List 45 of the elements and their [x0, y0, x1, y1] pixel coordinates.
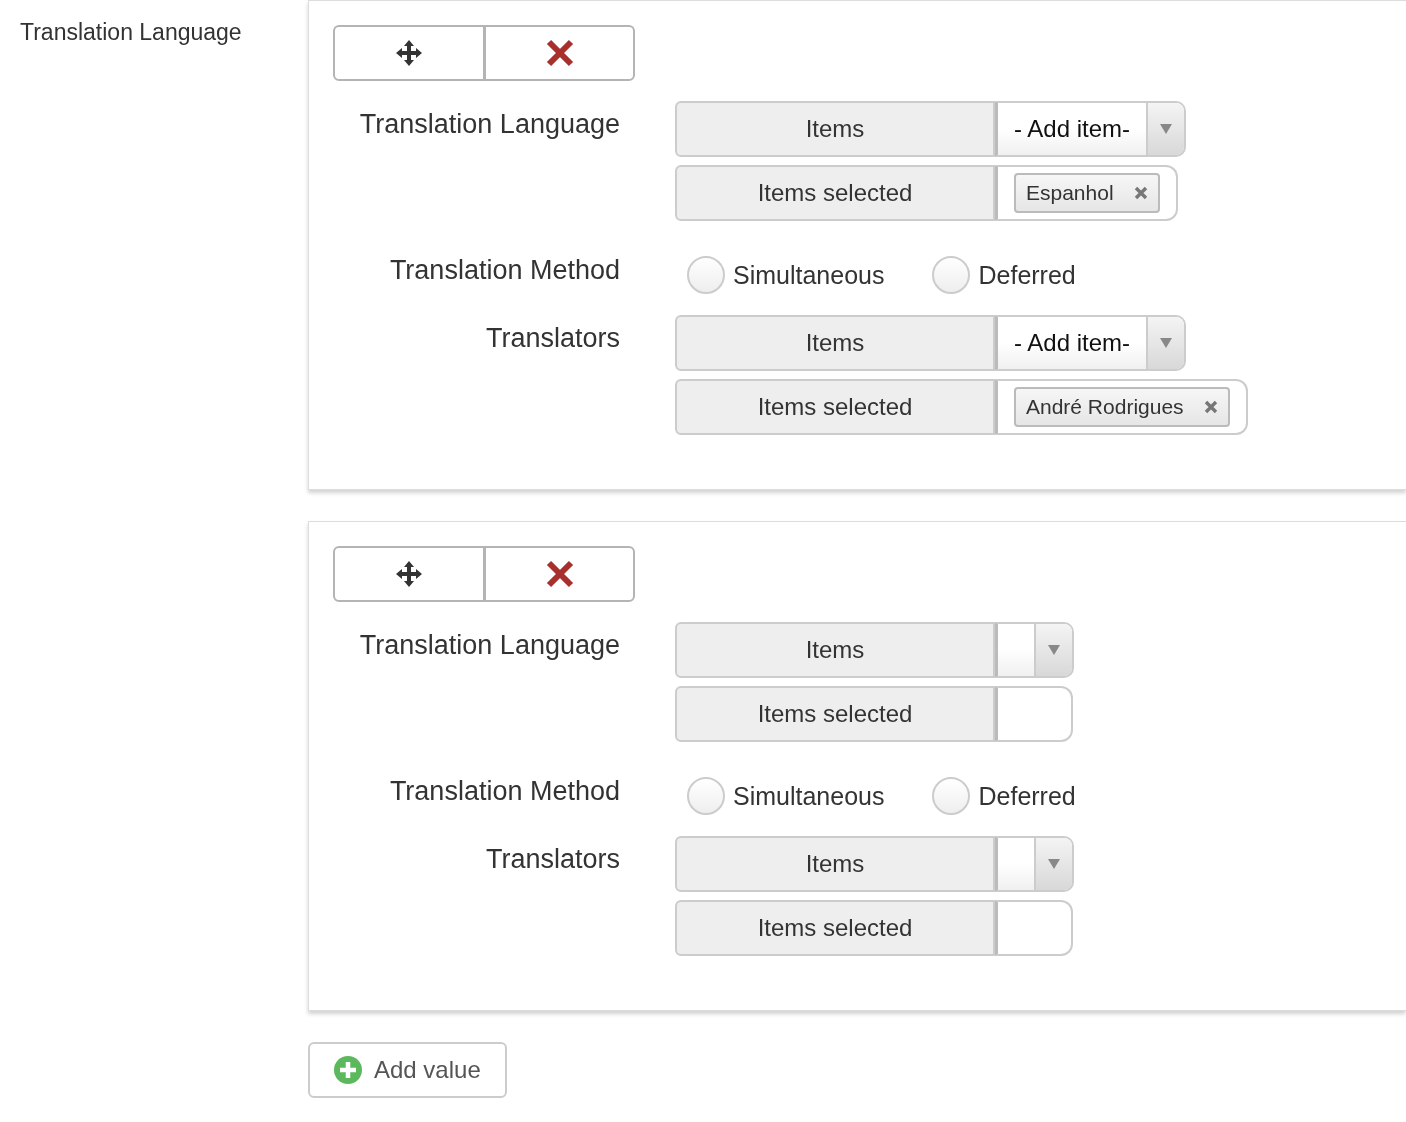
radio-button[interactable] — [932, 777, 971, 815]
move-icon — [395, 39, 423, 67]
radio-button[interactable] — [687, 777, 725, 815]
caret-icon — [1034, 624, 1072, 676]
tag-label: Espanhol — [1026, 181, 1114, 205]
remove-icon[interactable] — [1203, 400, 1218, 414]
input-addon: Items selected — [675, 686, 995, 742]
input-addon: Items selected — [675, 900, 995, 956]
input-addon: Items — [675, 101, 995, 157]
move-icon — [395, 560, 423, 588]
tag-label: André Rodrigues — [1026, 395, 1184, 419]
radio-option[interactable]: Simultaneous — [687, 256, 885, 294]
select-field[interactable] — [995, 836, 1074, 892]
field-label: Translation Language — [359, 629, 620, 661]
radio-option[interactable]: Simultaneous — [687, 777, 885, 815]
input-addon: Items — [675, 315, 995, 371]
drag-button[interactable] — [333, 25, 485, 81]
radio-option[interactable]: Deferred — [932, 777, 1076, 815]
select-field[interactable] — [995, 622, 1074, 678]
select-field[interactable]: - Add item- — [995, 101, 1187, 157]
add-value-button[interactable]: Add value — [308, 1042, 507, 1098]
input-addon: Items selected — [675, 379, 995, 435]
remove-button[interactable] — [483, 25, 635, 81]
plus-icon — [334, 1056, 362, 1084]
close-icon — [544, 559, 575, 589]
field-label: Translation Method — [389, 254, 620, 286]
caret-icon — [1146, 103, 1185, 155]
field-label: Translation Language — [20, 19, 242, 45]
radio-button[interactable] — [932, 256, 971, 294]
input-addon: Items selected — [675, 165, 995, 221]
remove-icon[interactable] — [1133, 186, 1148, 200]
caret-icon — [1034, 838, 1072, 890]
input-addon: Items — [675, 836, 995, 892]
radio-button[interactable] — [687, 256, 725, 294]
close-icon — [544, 38, 575, 68]
input-addon: Items — [675, 622, 995, 678]
field-label: Translators — [485, 322, 620, 354]
radio-option[interactable]: Deferred — [932, 256, 1076, 294]
caret-icon — [1146, 317, 1185, 369]
field-label: Translation Method — [389, 775, 620, 807]
drag-button[interactable] — [333, 546, 485, 602]
remove-button[interactable] — [483, 546, 635, 602]
field-label: Translators — [485, 843, 620, 875]
field-label: Translation Language — [359, 108, 620, 140]
select-field[interactable]: - Add item- — [995, 315, 1187, 371]
